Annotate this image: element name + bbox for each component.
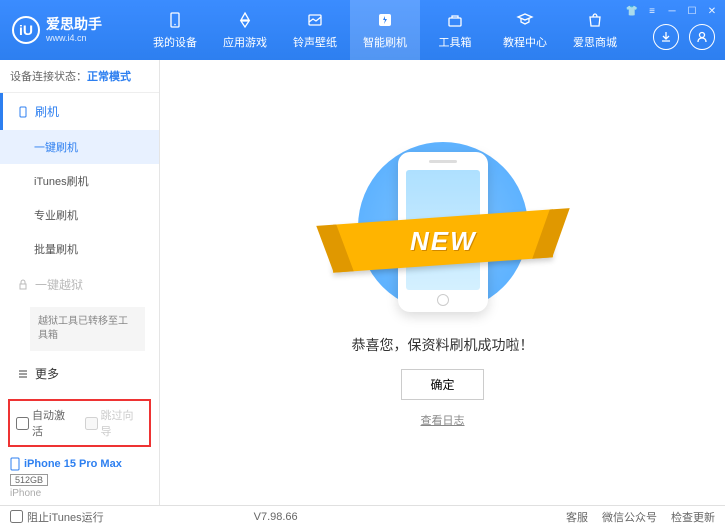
nav-toolbox[interactable]: 工具箱 [420,0,490,60]
nav-ringtones[interactable]: 铃声壁纸 [280,0,350,60]
close-icon[interactable]: ✕ [705,4,719,18]
success-illustration: NEW [343,137,543,317]
sidebar-item-batch[interactable]: 批量刷机 [0,232,159,266]
user-icon[interactable] [689,24,715,50]
logo: iU 爱思助手 www.i4.cn [0,16,140,44]
window-controls: 👕 ≡ ─ ☐ ✕ [625,4,719,18]
device-icon [165,10,185,30]
sidebar-group-jailbreak: 一键越狱 [0,266,159,303]
device-capacity: 512GB [10,474,48,486]
device-name[interactable]: iPhone 15 Pro Max [10,457,149,471]
connection-status: 设备连接状态：正常模式 [0,60,159,93]
checkbox-auto-activate[interactable]: 自动激活 [16,407,75,439]
footer-link-support[interactable]: 客服 [566,509,588,525]
maximize-icon[interactable]: ☐ [685,4,699,18]
device-type: iPhone [10,488,149,499]
lock-icon [17,279,29,291]
nav-flash[interactable]: 智能刷机 [350,0,420,60]
minimize-icon[interactable]: ─ [665,4,679,18]
nav-tutorials[interactable]: 教程中心 [490,0,560,60]
nav-apps[interactable]: 应用游戏 [210,0,280,60]
version-label: V7.98.66 [254,511,298,523]
sidebar-item-oneclick[interactable]: 一键刷机 [0,130,159,164]
footer-link-update[interactable]: 检查更新 [671,509,715,525]
download-icon[interactable] [653,24,679,50]
sidebar: 设备连接状态：正常模式 刷机 一键刷机 iTunes刷机 专业刷机 批量刷机 一… [0,60,160,505]
phone-icon [10,457,20,471]
skin-icon[interactable]: 👕 [625,4,639,18]
top-nav: 我的设备 应用游戏 铃声壁纸 智能刷机 工具箱 教程中心 爱思商城 [140,0,630,60]
success-message: 恭喜您，保资料刷机成功啦！ [352,335,534,355]
nav-store[interactable]: 爱思商城 [560,0,630,60]
sidebar-group-flash[interactable]: 刷机 [0,93,159,130]
main-content: NEW 恭喜您，保资料刷机成功啦！ 确定 查看日志 [160,60,725,505]
ok-button[interactable]: 确定 [401,369,483,400]
footer: 阻止iTunes运行 V7.98.66 客服 微信公众号 检查更新 [0,505,725,527]
nav-my-device[interactable]: 我的设备 [140,0,210,60]
jailbreak-note: 越狱工具已转移至工具箱 [30,307,145,351]
phone-icon [17,106,29,118]
checkbox-block-itunes[interactable]: 阻止iTunes运行 [10,509,104,525]
menu-icon[interactable]: ≡ [645,4,659,18]
tutorial-icon [515,10,535,30]
store-icon [585,10,605,30]
sidebar-item-pro[interactable]: 专业刷机 [0,198,159,232]
app-name: 爱思助手 [46,16,102,33]
app-url: www.i4.cn [46,33,102,44]
sidebar-item-itunes[interactable]: iTunes刷机 [0,164,159,198]
flash-icon [375,10,395,30]
toolbox-icon [445,10,465,30]
header-actions [653,24,715,50]
device-info: iPhone 15 Pro Max 512GB iPhone [0,451,159,505]
sidebar-group-more[interactable]: 更多 [0,355,159,392]
view-log-link[interactable]: 查看日志 [421,412,465,428]
sidebar-item-other[interactable]: 其他工具 [0,392,159,395]
app-icon [235,10,255,30]
footer-link-wechat[interactable]: 微信公众号 [602,509,657,525]
checkbox-skip-guide[interactable]: 跳过向导 [85,407,144,439]
wallpaper-icon [305,10,325,30]
options-highlight: 自动激活 跳过向导 [8,399,151,447]
logo-icon: iU [12,16,40,44]
app-header: iU 爱思助手 www.i4.cn 我的设备 应用游戏 铃声壁纸 智能刷机 工具… [0,0,725,60]
list-icon [17,368,29,380]
